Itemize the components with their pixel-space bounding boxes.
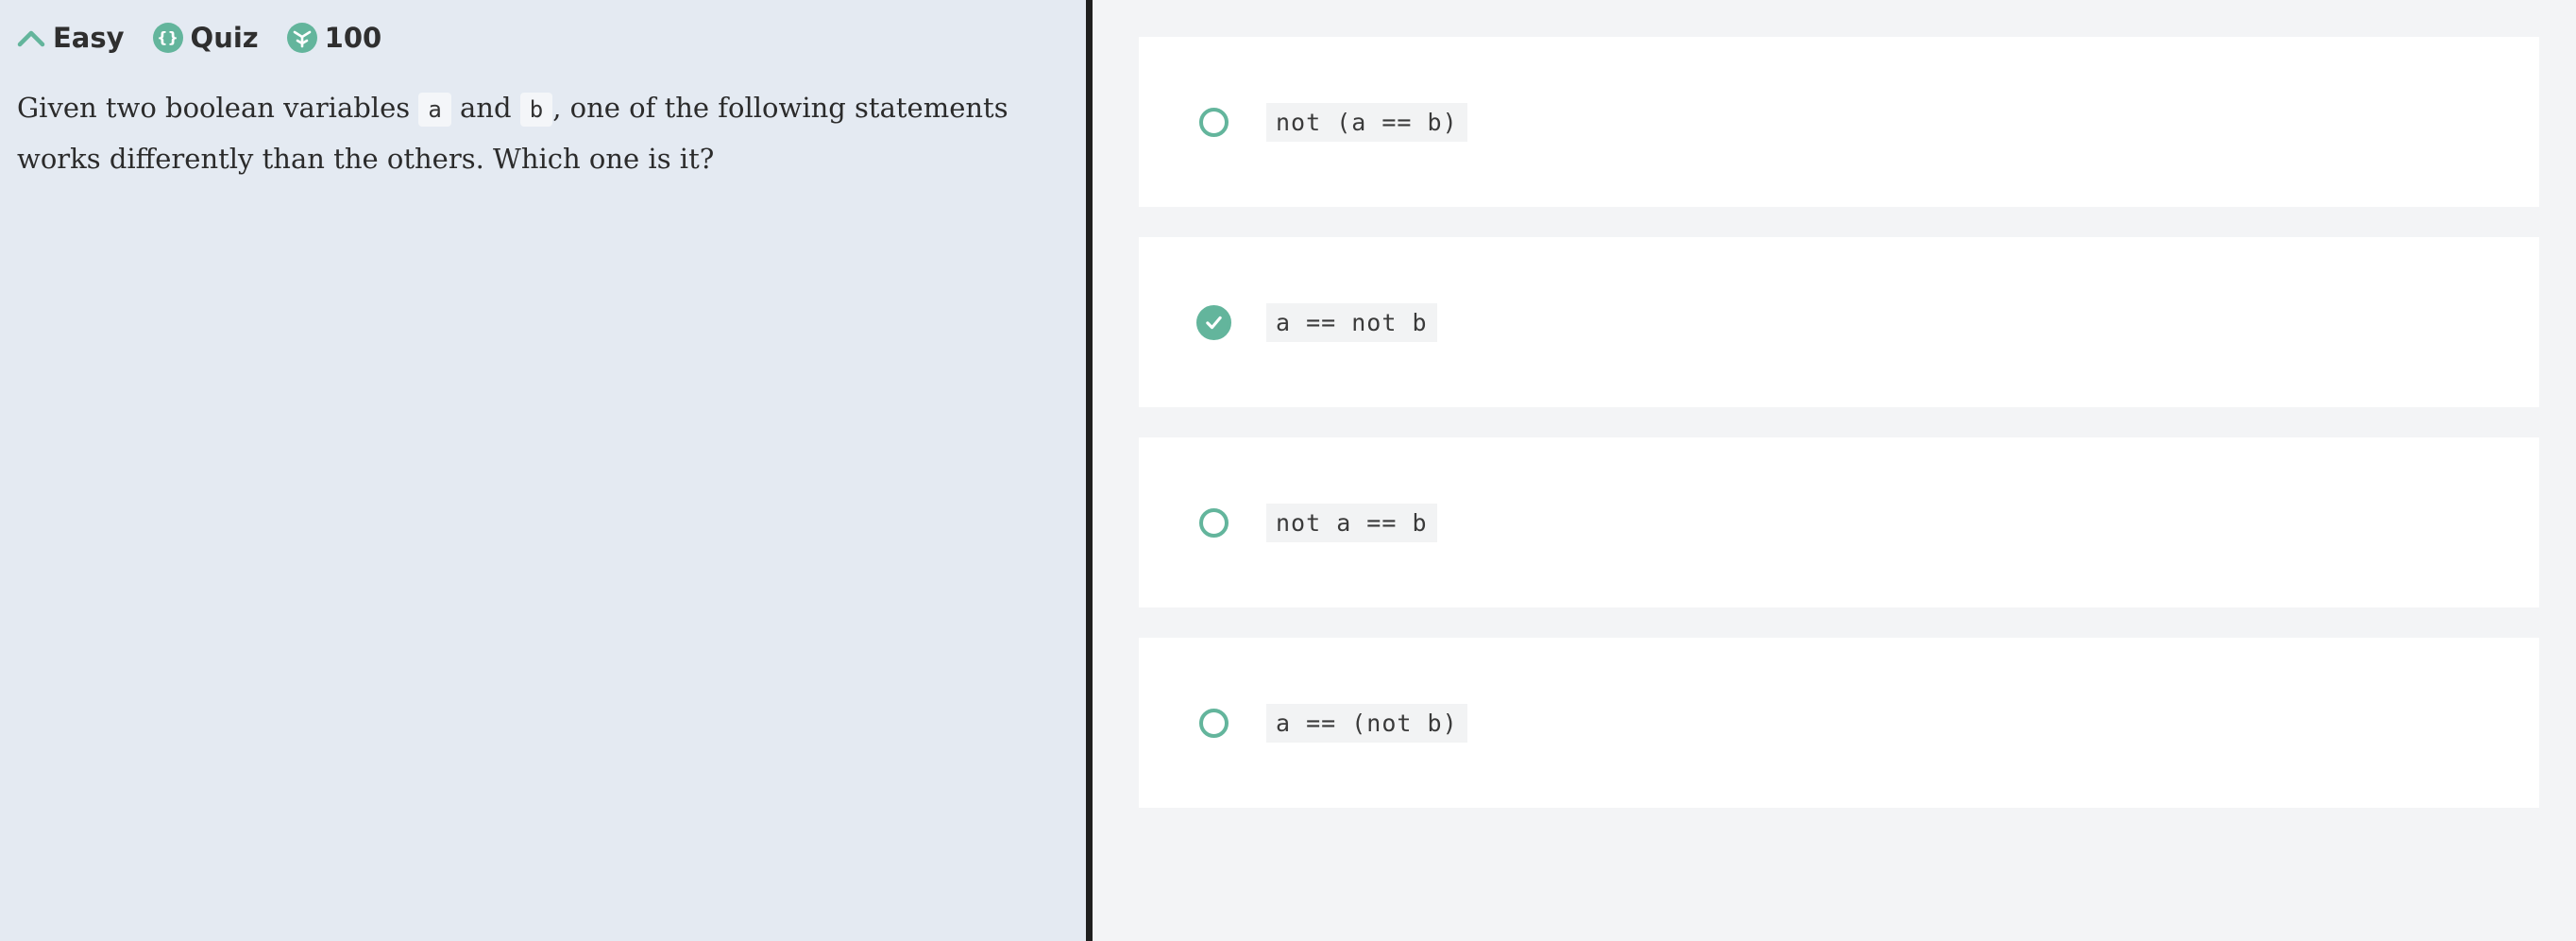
quiz-app: Easy {} Quiz 100 Given two boolean varia… — [0, 0, 2576, 941]
question-text-part: Given two boolean variables — [17, 92, 419, 124]
chevron-up-icon — [17, 28, 45, 47]
answer-option-2[interactable]: a == not b — [1139, 237, 2539, 407]
radio-unchecked-icon[interactable] — [1199, 708, 1229, 738]
answer-option-4[interactable]: a == (not b) — [1139, 638, 2539, 808]
type-badge: {} Quiz — [152, 22, 259, 54]
question-text-part: and — [450, 92, 520, 124]
radio-unchecked-icon[interactable] — [1199, 507, 1229, 538]
difficulty-label: Easy — [53, 22, 125, 54]
answer-option-code: not (a == b) — [1266, 102, 1467, 142]
radio-checked-icon[interactable] — [1196, 304, 1231, 340]
difficulty-badge: Easy — [17, 22, 125, 54]
question-meta: Easy {} Quiz 100 — [17, 21, 1069, 55]
type-label: Quiz — [190, 22, 259, 54]
variable-b-code: b — [519, 93, 553, 127]
question-panel: Easy {} Quiz 100 Given two boolean varia… — [0, 0, 1086, 941]
points-label: 100 — [324, 22, 382, 54]
braces-icon: {} — [152, 23, 183, 53]
panel-divider[interactable] — [1086, 0, 1093, 941]
points-icon — [286, 23, 317, 53]
points-badge: 100 — [286, 22, 382, 54]
answer-option-code: not a == b — [1266, 503, 1437, 542]
answer-panel: not (a == b) a == not b not a == b a == … — [1093, 0, 2576, 941]
question-text: Given two boolean variables a and b, one… — [17, 83, 1065, 183]
variable-a-code: a — [418, 93, 451, 127]
answer-option-1[interactable]: not (a == b) — [1139, 37, 2539, 207]
answer-option-code: a == not b — [1266, 302, 1437, 342]
answer-option-3[interactable]: not a == b — [1139, 437, 2539, 607]
radio-unchecked-icon[interactable] — [1199, 107, 1229, 137]
checkmark-icon — [1206, 316, 1222, 329]
answer-option-code: a == (not b) — [1266, 703, 1467, 743]
